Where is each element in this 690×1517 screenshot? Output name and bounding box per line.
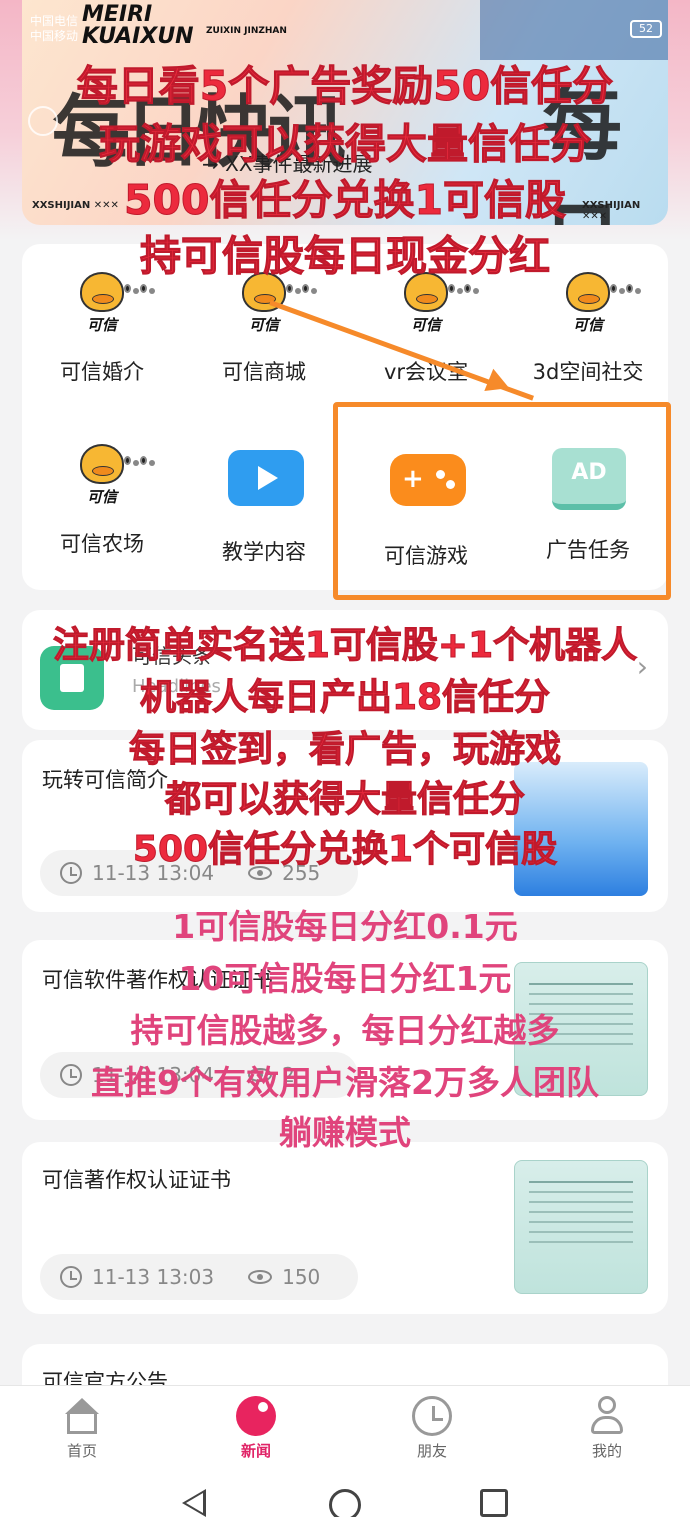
grid-item-label: 可信商城 — [222, 360, 306, 384]
news-thumbnail — [514, 1160, 648, 1294]
tab-mine[interactable]: 我的 — [557, 1396, 657, 1461]
overlay-text: 每日签到，看广告，玩游戏 — [128, 729, 561, 771]
news-card[interactable]: 可信著作权认证证书 11-13 13:03 150 — [22, 1142, 668, 1314]
news-meta: 11-13 13:03 150 — [40, 1254, 358, 1300]
user-icon — [587, 1396, 627, 1436]
overlay-text: 1可信股每日分红0.1元 — [172, 907, 518, 946]
system-nav-bar — [0, 1469, 690, 1517]
tab-friends[interactable]: 朋友 — [382, 1396, 482, 1461]
grid-item-label: 3d空间社交 — [532, 360, 644, 384]
carrier-labels: 中国电信 中国移动 — [30, 14, 79, 43]
grid-item-farm[interactable]: 可信 可信农场 — [22, 442, 182, 558]
overlay-text: 每日看5个广告奖励50信任分 — [76, 62, 614, 111]
news-icon — [236, 1396, 276, 1436]
grid-item-marriage[interactable]: 可信 可信婚介 — [22, 270, 182, 386]
highlight-box — [333, 402, 671, 600]
grid-item-label: 教学内容 — [222, 540, 306, 564]
video-play-icon — [228, 450, 304, 506]
grid-item-3d-social[interactable]: 可信 3d空间社交 — [508, 270, 668, 386]
overlay-text: 持可信股越多，每日分红越多 — [130, 1011, 560, 1050]
grid-item-mall[interactable]: 可信 可信商城 — [184, 270, 344, 386]
overlay-text: 持可信股每日现金分红 — [140, 232, 551, 281]
clock-icon — [412, 1396, 452, 1436]
status-bar: 中国电信 中国移动 52 — [0, 14, 690, 54]
overlay-text: 直推9个有效用户滑落2万多人团队 — [91, 1063, 599, 1102]
overlay-text: 10可信股每日分红1元 — [178, 959, 512, 998]
grid-item-label: 可信婚介 — [60, 360, 144, 384]
clock-icon — [60, 1266, 82, 1288]
grid-item-teaching[interactable]: 教学内容 — [184, 442, 344, 566]
views-icon — [248, 1270, 273, 1284]
news-title: 可信著作权认证证书 — [42, 1168, 231, 1192]
kexin-duck-icon: 可信 — [70, 442, 155, 506]
overlay-text: 500信任分兑换1可信股 — [123, 176, 567, 225]
overlay-text: 躺赚模式 — [279, 1113, 411, 1152]
overlay-text: 机器人每日产出18信任分 — [139, 677, 551, 719]
overlay-text: 注册简单实名送1可信股+1个机器人 — [52, 625, 638, 667]
overlay-text: 都可以获得大量信任分 — [164, 779, 525, 821]
grid-item-label: 可信农场 — [60, 532, 144, 556]
grid-item-vr-meeting[interactable]: 可信 vr会议室 — [346, 270, 506, 386]
overlay-text: 玩游戏可以获得大量信任分 — [99, 120, 592, 169]
home-button-icon[interactable] — [329, 1489, 361, 1517]
recent-apps-icon[interactable] — [480, 1489, 508, 1517]
home-icon — [62, 1396, 102, 1436]
tab-home[interactable]: 首页 — [32, 1396, 132, 1461]
bottom-tab-bar: 首页 新闻 朋友 我的 — [0, 1385, 690, 1469]
battery-icon: 52 — [630, 20, 662, 38]
overlay-text: 500信任分兑换1个可信股 — [132, 829, 558, 871]
back-icon[interactable] — [182, 1489, 206, 1517]
tab-news[interactable]: 新闻 — [206, 1396, 306, 1461]
